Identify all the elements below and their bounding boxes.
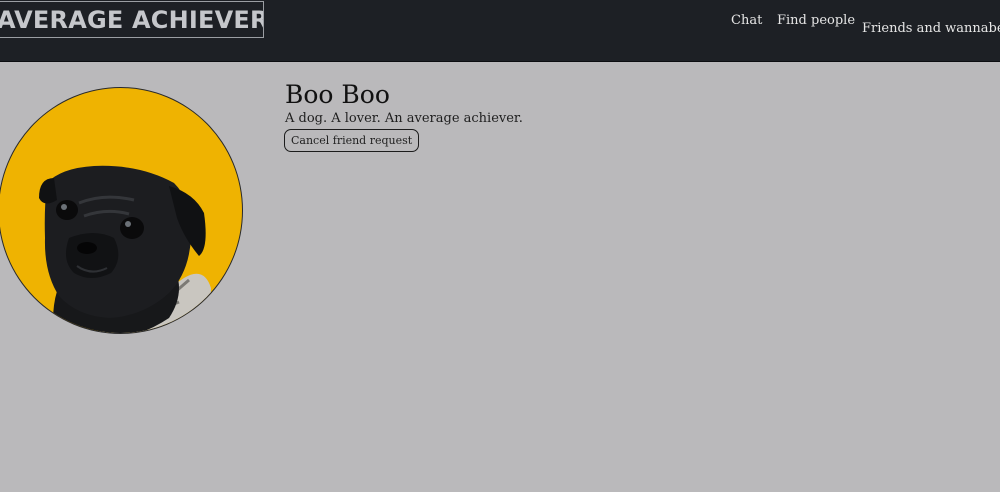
nav-link-friends[interactable]: Friends and wannabes [862, 21, 1000, 36]
cancel-friend-request-button[interactable]: Cancel friend request [284, 129, 420, 152]
profile-bio: A dog. A lover. An average achiever. [285, 111, 523, 126]
nav-link-find-people[interactable]: Find people [777, 13, 855, 28]
site-logo[interactable]: AVERAGE ACHIEVER [0, 1, 264, 38]
profile-avatar [0, 87, 243, 334]
top-navigation-bar: AVERAGE ACHIEVER Chat Find people Friend… [0, 0, 1000, 62]
profile-name: Boo Boo [285, 80, 390, 109]
nav-link-chat[interactable]: Chat [731, 13, 762, 28]
pug-photo-icon [39, 165, 211, 333]
